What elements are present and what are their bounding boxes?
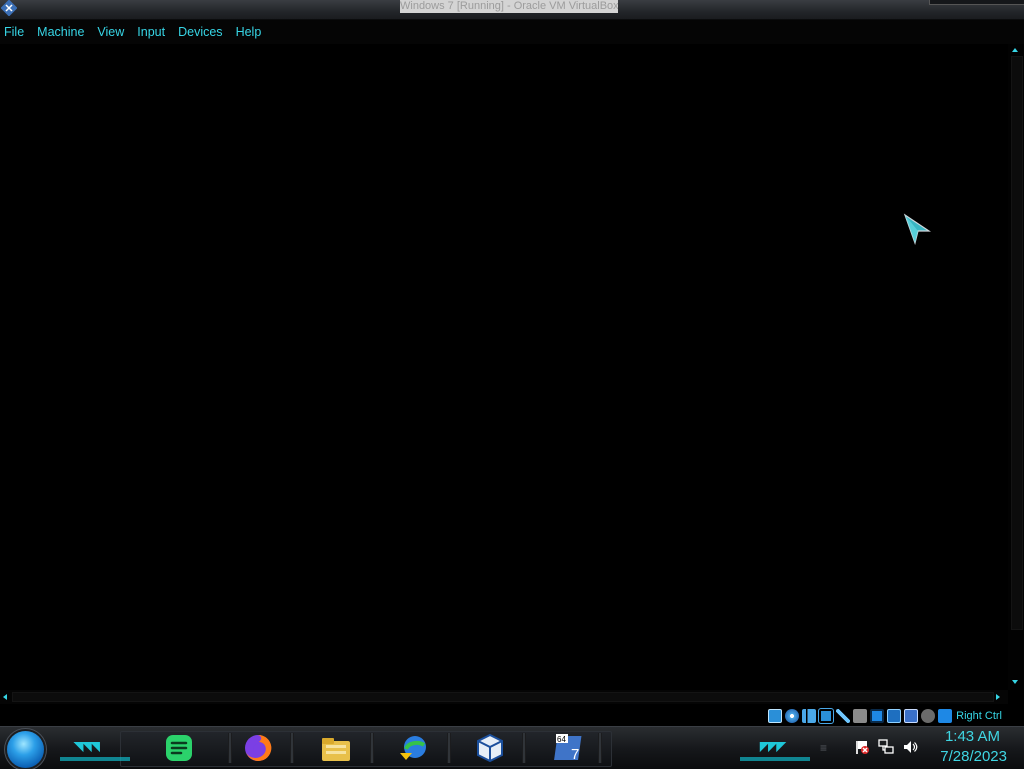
- svg-text:7: 7: [571, 746, 579, 763]
- taskbar-separator: [447, 733, 451, 763]
- menu-devices[interactable]: Devices: [174, 25, 228, 39]
- horizontal-scroll-thumb[interactable]: [12, 692, 994, 702]
- action-center-flag-icon[interactable]: [854, 739, 870, 755]
- clock-time[interactable]: 1:43 AM: [945, 728, 1000, 745]
- notes-app-icon[interactable]: [162, 731, 196, 765]
- scroll-up-arrow-icon[interactable]: [1012, 48, 1018, 52]
- accent-stripe-left: [60, 757, 130, 761]
- keyboard-capture-icon[interactable]: [938, 709, 952, 723]
- svg-text:64: 64: [557, 735, 566, 744]
- menu-input[interactable]: Input: [133, 25, 171, 39]
- windows-7-x64-vm-icon[interactable]: 64 7: [553, 731, 587, 765]
- host-key-label: Right Ctrl: [956, 710, 1002, 722]
- menu-help[interactable]: Help: [232, 25, 268, 39]
- internet-download-manager-icon[interactable]: [397, 731, 431, 765]
- start-button[interactable]: [7, 731, 44, 768]
- vt-x-icon[interactable]: [904, 709, 918, 723]
- window-title-bar[interactable]: Windows 7 [Running] - Oracle VM VirtualB…: [0, 0, 1024, 20]
- scroll-right-arrow-icon[interactable]: [996, 694, 1000, 700]
- window-control-buttons[interactable]: [929, 0, 1024, 5]
- mouse-cursor-icon: [903, 213, 931, 245]
- accent-stripe-right: [740, 757, 810, 761]
- file-explorer-icon[interactable]: [319, 731, 353, 765]
- taskbar-separator: [598, 733, 602, 763]
- scroll-down-arrow-icon[interactable]: [1012, 680, 1018, 684]
- taskbar-separator: [290, 733, 294, 763]
- windows-taskbar: ◥◥◥ 64 7 ◤◤◤ ≡ 1:43 AM 7/28/2023: [0, 726, 1024, 769]
- clock-date[interactable]: 7/28/2023: [940, 748, 1007, 765]
- taskbar-decoration-left: ◥◥◥: [74, 739, 100, 753]
- taskbar-separator: [228, 733, 232, 763]
- hard-disk-icon[interactable]: [768, 709, 782, 723]
- horizontal-scrollbar[interactable]: [0, 690, 1008, 704]
- menu-view[interactable]: View: [93, 25, 130, 39]
- firefox-icon[interactable]: [241, 731, 275, 765]
- optical-drive-icon[interactable]: [785, 709, 799, 723]
- mouse-integration-icon[interactable]: [921, 709, 935, 723]
- volume-icon[interactable]: [902, 739, 918, 755]
- taskbar-separator: [370, 733, 374, 763]
- menu-file[interactable]: File: [0, 25, 30, 39]
- network-icon[interactable]: [818, 708, 834, 724]
- scroll-left-arrow-icon[interactable]: [3, 694, 7, 700]
- virtualbox-icon[interactable]: [473, 731, 507, 765]
- network-tray-icon[interactable]: [878, 739, 894, 755]
- virtualbox-window-icon[interactable]: [1, 0, 17, 16]
- vm-display[interactable]: [0, 44, 1008, 690]
- show-hidden-icons-icon[interactable]: ≡: [820, 741, 827, 755]
- system-tray: [854, 739, 918, 755]
- recording-icon[interactable]: [887, 709, 901, 723]
- vertical-scroll-thumb[interactable]: [1011, 56, 1023, 630]
- vertical-scrollbar[interactable]: [1008, 44, 1024, 690]
- taskbar-separator: [522, 733, 526, 763]
- menu-machine[interactable]: Machine: [33, 25, 90, 39]
- vm-status-bar: Right Ctrl: [0, 704, 1024, 726]
- display-icon[interactable]: [870, 709, 884, 723]
- window-title: Windows 7 [Running] - Oracle VM VirtualB…: [400, 0, 618, 13]
- menu-bar: File Machine View Input Devices Help: [0, 20, 1024, 44]
- audio-icon[interactable]: [802, 709, 816, 723]
- usb-icon[interactable]: [836, 709, 850, 723]
- shared-folders-icon[interactable]: [853, 709, 867, 723]
- taskbar-decoration-right: ◤◤◤: [760, 739, 786, 753]
